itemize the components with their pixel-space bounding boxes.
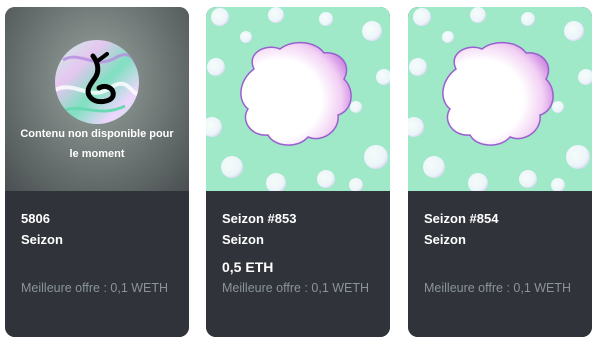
nft-card-seizon-854[interactable]: Seizon #854 Seizon Meilleure offre : 0,1… bbox=[408, 7, 592, 337]
nft-card-5806[interactable]: Contenu non disponible pour le moment 58… bbox=[5, 7, 189, 337]
collection-avatar bbox=[55, 40, 139, 124]
nft-card-info: 5806 Seizon Meilleure offre : 0,1 WETH bbox=[5, 191, 189, 337]
nft-price: 0,5 ETH bbox=[222, 259, 274, 275]
nft-media-unavailable: Contenu non disponible pour le moment bbox=[5, 7, 189, 191]
nft-collection[interactable]: Seizon bbox=[21, 232, 63, 247]
content-unavailable-text: Contenu non disponible pour le moment bbox=[20, 128, 174, 160]
best-offer: Meilleure offre : 0,1 WETH bbox=[222, 281, 370, 295]
nft-card-info: Seizon #853 Seizon 0,5 ETH Meilleure off… bbox=[206, 191, 390, 337]
nft-image bbox=[408, 7, 592, 191]
nft-name[interactable]: Seizon #854 bbox=[424, 211, 498, 226]
nft-collection[interactable]: Seizon bbox=[222, 232, 264, 247]
nft-name[interactable]: Seizon #853 bbox=[222, 211, 296, 226]
nft-image bbox=[206, 7, 390, 191]
nft-card-info: Seizon #854 Seizon Meilleure offre : 0,1… bbox=[408, 191, 592, 337]
nft-name[interactable]: 5806 bbox=[21, 211, 50, 226]
best-offer: Meilleure offre : 0,1 WETH bbox=[21, 281, 169, 295]
best-offer: Meilleure offre : 0,1 WETH bbox=[424, 281, 572, 295]
nft-collection[interactable]: Seizon bbox=[424, 232, 466, 247]
nft-card-seizon-853[interactable]: Seizon #853 Seizon 0,5 ETH Meilleure off… bbox=[206, 7, 390, 337]
